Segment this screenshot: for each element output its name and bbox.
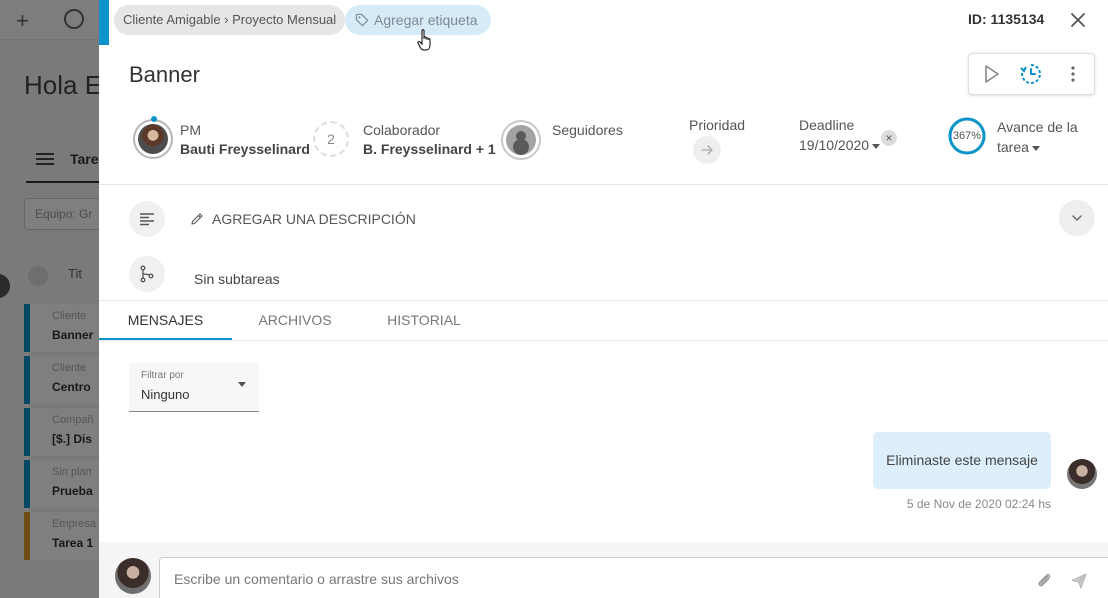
pm-name[interactable]: Bauti Freysselinard: [180, 141, 310, 157]
send-icon[interactable]: [1070, 572, 1088, 590]
arrow-right-icon: [701, 145, 713, 155]
dropdown-arrow-icon: [238, 382, 246, 387]
timer-icon[interactable]: [1019, 62, 1043, 86]
more-vertical-icon[interactable]: [1061, 62, 1085, 86]
chevron-down-icon: [1072, 215, 1082, 221]
task-detail-panel: Cliente Amigable › Proyecto Mensual Agre…: [99, 0, 1108, 598]
message-author-avatar: [1067, 459, 1097, 489]
followers-label[interactable]: Seguidores: [552, 122, 623, 138]
description-icon-button: [129, 201, 165, 237]
task-id: ID: 1135134: [968, 11, 1045, 27]
priority-button[interactable]: [693, 136, 721, 164]
divider: [99, 184, 1108, 185]
subtask-branch-icon: [140, 265, 154, 283]
deadline-picker[interactable]: 19/10/2020: [799, 137, 881, 153]
play-icon[interactable]: [979, 62, 1003, 86]
tab-bar: MENSAJES ARCHIVOS HISTORIAL: [99, 301, 1108, 341]
tab-archivos[interactable]: ARCHIVOS: [232, 301, 358, 341]
followers-avatar[interactable]: [501, 120, 541, 160]
add-tag-label: Agregar etiqueta: [374, 12, 478, 28]
task-actions-toolbar: [968, 53, 1095, 95]
breadcrumb[interactable]: Cliente Amigable › Proyecto Mensual: [114, 5, 346, 35]
progress-percent: 367%: [952, 130, 982, 142]
tab-historial[interactable]: HISTORIAL: [358, 301, 490, 341]
collaborators-count-badge[interactable]: 2: [313, 121, 349, 157]
subtasks-icon-button[interactable]: [129, 256, 165, 292]
clear-deadline-icon[interactable]: ×: [881, 130, 897, 146]
chevron-down-icon: [1031, 145, 1040, 151]
chevron-down-icon: [872, 143, 881, 149]
active-tab-indicator: [99, 338, 232, 340]
no-subtasks-label: Sin subtareas: [194, 271, 280, 287]
pencil-icon: [191, 213, 203, 225]
filter-value: Ninguno: [141, 387, 190, 402]
filter-label: Filtrar por: [141, 370, 184, 381]
collaborators-label: Colaborador: [363, 122, 441, 138]
add-description-label: AGREGAR UNA DESCRIPCIÓN: [212, 211, 416, 227]
tag-icon: [355, 13, 369, 27]
pm-avatar[interactable]: [133, 119, 173, 159]
collaborators-names[interactable]: B. Freysselinard + 1: [363, 141, 496, 157]
text-align-left-icon: [140, 213, 154, 226]
message-bubble: Eliminaste este mensaje: [873, 432, 1051, 489]
pm-role-label: PM: [180, 122, 201, 138]
message-filter-select[interactable]: Filtrar por Ninguno: [129, 362, 259, 412]
task-title[interactable]: Banner: [129, 62, 200, 88]
paperclip-icon[interactable]: [1035, 571, 1053, 589]
comment-input[interactable]: [159, 557, 1108, 598]
pm-status-dot: [151, 116, 157, 122]
add-description-button[interactable]: AGREGAR UNA DESCRIPCIÓN: [190, 211, 416, 227]
progress-dropdown[interactable]: Avance de la tarea: [997, 117, 1097, 157]
add-tag-button[interactable]: Agregar etiqueta: [345, 5, 491, 35]
expand-details-button[interactable]: [1059, 200, 1095, 236]
priority-label: Prioridad: [689, 117, 746, 133]
message-timestamp: 5 de Nov de 2020 02:24 hs: [906, 497, 1051, 511]
deadline-date: 19/10/2020: [799, 137, 870, 153]
tab-mensajes[interactable]: MENSAJES: [99, 301, 232, 341]
status-color-strip: [99, 0, 109, 45]
current-user-avatar: [115, 558, 151, 594]
deadline-label: Deadline: [799, 117, 855, 133]
close-icon[interactable]: [1067, 9, 1089, 31]
